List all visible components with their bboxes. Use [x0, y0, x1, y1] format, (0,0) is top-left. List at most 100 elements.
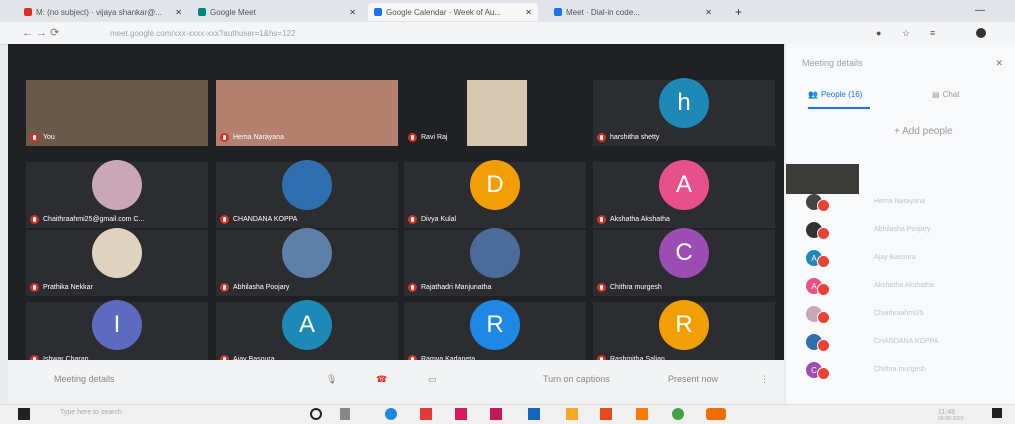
participant-name-label: Akshatha Akshatha [610, 216, 670, 223]
bookmark-icon[interactable]: ☆ [902, 28, 910, 39]
browser-tab[interactable]: Meet · Dial-in code... ✕ [548, 3, 718, 21]
tab-label: Meet · Dial-in code... [566, 7, 640, 17]
chrome-icon[interactable] [672, 408, 684, 420]
back-icon[interactable]: ← → ⟳ [22, 26, 59, 39]
app-icon[interactable] [420, 408, 432, 420]
start-icon[interactable] [18, 408, 30, 420]
taskbar-search[interactable]: Type here to search [60, 409, 122, 416]
end-call-button[interactable]: ☎ [376, 374, 387, 385]
mic-off-icon [817, 255, 830, 268]
meeting-controls: Meeting details 🎙 ☎ ▭ Turn on captions P… [8, 360, 784, 404]
browser-tab[interactable]: Google Calendar · Week of Au... ✕ [368, 3, 538, 21]
task-view-icon[interactable] [340, 408, 350, 420]
calendar-icon [374, 8, 382, 16]
close-tab-icon[interactable]: ✕ [525, 8, 532, 17]
cortana-icon[interactable] [310, 408, 322, 420]
camera-button[interactable]: ▭ [428, 374, 437, 385]
participant-list-item[interactable]: C Chithra murgesh [806, 362, 1006, 380]
participant-tile[interactable]: h harshitha shetty [593, 78, 775, 146]
app-icon[interactable] [706, 408, 726, 420]
participant-name-label: Abhilasha Poojary [233, 284, 290, 291]
participant-name-label: Chaithraahmi25@gmail.com C... [43, 216, 145, 223]
participant-avatar: R [659, 300, 709, 350]
participant-tile[interactable]: You [26, 80, 208, 146]
participant-tile[interactable]: D Divya Kulal [404, 160, 586, 228]
mic-off-icon [408, 215, 417, 224]
participant-tile[interactable]: A Akshatha Akshatha [593, 160, 775, 228]
tab-chat[interactable]: ▤ Chat [932, 90, 959, 99]
participant-list-item[interactable]: CHANDANA KOPPA [806, 334, 1006, 352]
close-tab-icon[interactable]: ✕ [349, 8, 356, 17]
participant-tile[interactable]: Rajathadri Manjunatha [404, 228, 586, 296]
participant-name: Ravi Raj [408, 133, 447, 142]
participant-tile[interactable]: Chaithraahmi25@gmail.com C... [26, 160, 208, 228]
participant-tile[interactable]: CHANDANA KOPPA [216, 160, 398, 228]
chat-icon: ▤ [932, 90, 940, 99]
people-icon: 👥 [808, 90, 818, 99]
mic-off-icon [408, 283, 417, 292]
participant-name: Hema Narayana [220, 133, 284, 142]
participant-tile[interactable]: RRashmitha Salian [593, 300, 775, 368]
meeting-details-button[interactable]: Meeting details [54, 374, 115, 384]
participant-tile[interactable]: AAjay Basoura [216, 300, 398, 368]
participant-list-item[interactable]: A Akshatha Akshatha [806, 278, 1006, 296]
add-people-button[interactable]: + Add people [894, 126, 953, 137]
address-bar: ← → ⟳ meet.google.com/xxx-xxxx-xxx?authu… [0, 22, 1015, 45]
participant-avatar: C [659, 228, 709, 278]
participant-tile[interactable]: Prathika Nekkar [26, 228, 208, 296]
captions-button[interactable]: Turn on captions [543, 374, 610, 384]
present-button[interactable]: Present now [668, 374, 718, 384]
participant-name: Prathika Nekkar [30, 283, 93, 292]
close-panel-button[interactable]: ✕ [995, 58, 1003, 69]
participant-tile[interactable]: Ravi Raj [404, 80, 586, 146]
mic-off-icon [220, 133, 229, 142]
participant-name-label: Hema Narayana [233, 134, 284, 141]
edge-icon[interactable] [385, 408, 397, 420]
powerpoint-icon[interactable] [600, 408, 612, 420]
close-tab-icon[interactable]: ✕ [705, 8, 712, 17]
folder-icon[interactable] [566, 408, 578, 420]
participant-name: harshitha shetty [597, 133, 659, 142]
participant-tile[interactable]: C Chithra murgesh [593, 228, 775, 296]
date[interactable]: 08-08-2020 [938, 416, 964, 422]
clock[interactable]: 11:48 [938, 409, 955, 416]
mic-button[interactable]: 🎙 [326, 374, 337, 385]
avatar[interactable] [976, 28, 986, 38]
participant-list-item[interactable]: Chaithraahmi25 [806, 306, 1006, 324]
mic-off-icon [30, 283, 39, 292]
browser-tab[interactable]: Google Meet ✕ [192, 3, 362, 21]
participant-video [467, 80, 527, 146]
mic-off-icon [817, 311, 830, 324]
url-field[interactable]: meet.google.com/xxx-xxxx-xxx?authuser=1&… [110, 26, 750, 40]
mic-off-icon [408, 133, 417, 142]
participant-tile[interactable]: Abhilasha Poojary [216, 228, 398, 296]
participant-tile[interactable]: IIshwar Charan [26, 300, 208, 368]
mic-off-icon [817, 339, 830, 352]
participant-list-item[interactable]: Hema Narayana [806, 194, 1006, 212]
new-tab-button[interactable]: + [735, 5, 742, 19]
extension-icon[interactable]: ● [876, 28, 881, 38]
participant-name-label: CHANDANA KOPPA [874, 338, 939, 345]
word-icon[interactable] [528, 408, 540, 420]
mic-off-icon [220, 283, 229, 292]
participant-name-label: Ajay Basoura [874, 254, 916, 261]
notification-icon[interactable] [992, 408, 1002, 418]
menu-icon[interactable]: ≡ [930, 28, 935, 38]
participant-list-item[interactable]: A Ajay Basoura [806, 250, 1006, 268]
participant-list-item[interactable]: Abhilasha Poojary [806, 222, 1006, 240]
app-icon[interactable] [455, 408, 467, 420]
tab-people[interactable]: 👥 People (16) [808, 90, 862, 99]
mic-off-icon [817, 367, 830, 380]
browser-tab[interactable]: M: (no subject) · vijaya shankar@... ✕ [18, 3, 188, 21]
participant-avatar: A [659, 160, 709, 210]
participant-tile[interactable]: Hema Narayana [216, 80, 398, 146]
app-icon[interactable] [490, 408, 502, 420]
participant-name: Chaithraahmi25@gmail.com C... [30, 215, 144, 224]
app-icon[interactable] [636, 408, 648, 420]
minimize-button[interactable]: — [975, 5, 985, 16]
participant-tile[interactable]: RRamya Kadaneta [404, 300, 586, 368]
more-options-button[interactable]: ⋮ [760, 374, 769, 385]
close-tab-icon[interactable]: ✕ [175, 8, 182, 17]
participant-name-label: Divya Kulal [421, 216, 457, 223]
mic-off-icon [817, 283, 830, 296]
